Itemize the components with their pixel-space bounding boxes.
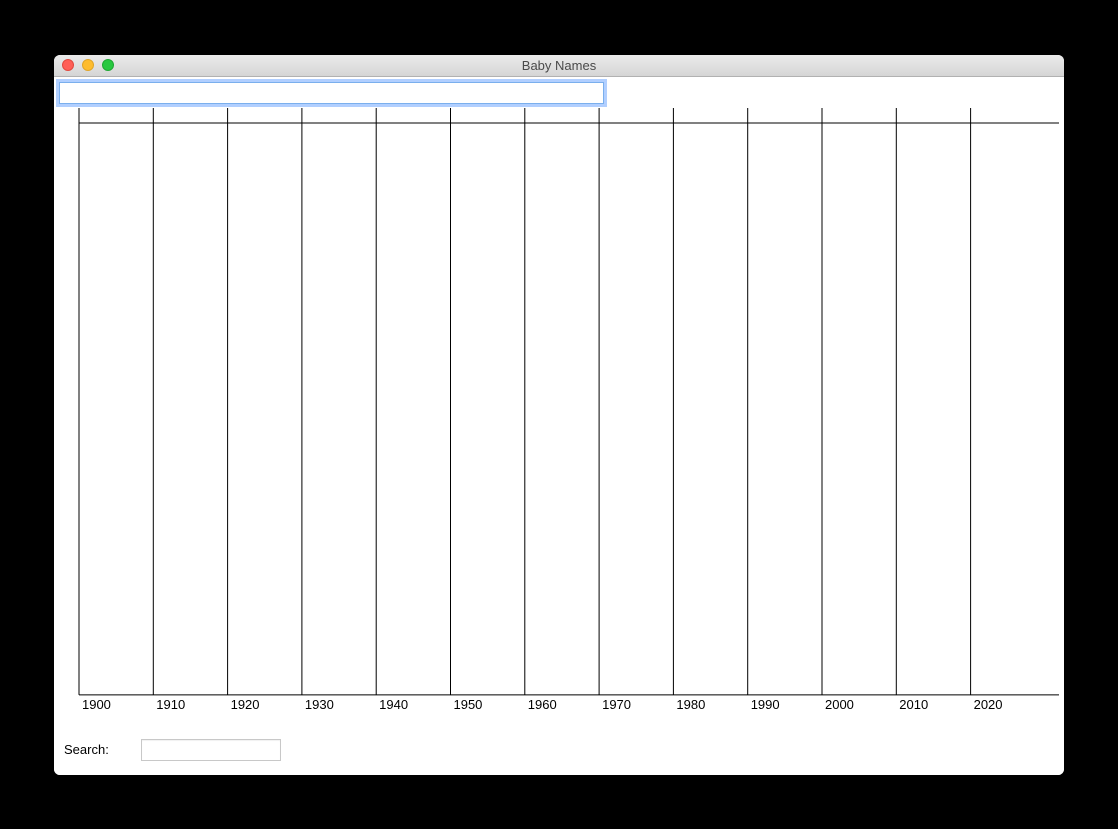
x-tick-label: 2020 [974, 696, 1003, 711]
x-tick-label: 1990 [751, 696, 780, 711]
chart-x-labels: 1900 1910 1920 1930 1940 1950 1960 1970 1980 1990… [82, 696, 1003, 711]
x-tick-label: 1960 [528, 696, 557, 711]
x-tick-label: 1950 [454, 696, 483, 711]
app-window: Baby Names 19001910192019301940195019601… [54, 55, 1064, 775]
content-area: 1900 1910 1920 1930 1940 1950 1960 1970 1980 1990… [54, 77, 1064, 775]
traffic-lights [54, 59, 114, 71]
x-tick-label: 1920 [231, 696, 260, 711]
titlebar[interactable]: Baby Names [54, 55, 1064, 77]
x-tick-label: 1930 [305, 696, 334, 711]
close-icon[interactable] [62, 59, 74, 71]
x-tick-label: 1940 [379, 696, 408, 711]
search-label: Search: [64, 742, 109, 757]
x-tick-label: 1910 [156, 696, 185, 711]
chart-canvas: 1900 1910 1920 1930 1940 1950 1960 1970 1980 1990… [59, 108, 1059, 730]
x-tick-label: 1970 [602, 696, 631, 711]
x-tick-label: 2010 [899, 696, 928, 711]
chart-svg: 1900 1910 1920 1930 1940 1950 1960 1970 1980 1990… [59, 108, 1059, 730]
chart-gridlines [79, 108, 1059, 695]
window-title: Baby Names [54, 58, 1064, 73]
names-input[interactable] [59, 82, 604, 104]
zoom-icon[interactable] [102, 59, 114, 71]
x-tick-label: 1900 [82, 696, 111, 711]
search-input[interactable] [141, 739, 281, 761]
x-tick-label: 1980 [676, 696, 705, 711]
x-tick-label: 2000 [825, 696, 854, 711]
minimize-icon[interactable] [82, 59, 94, 71]
bottom-bar: Search: [59, 730, 1059, 770]
